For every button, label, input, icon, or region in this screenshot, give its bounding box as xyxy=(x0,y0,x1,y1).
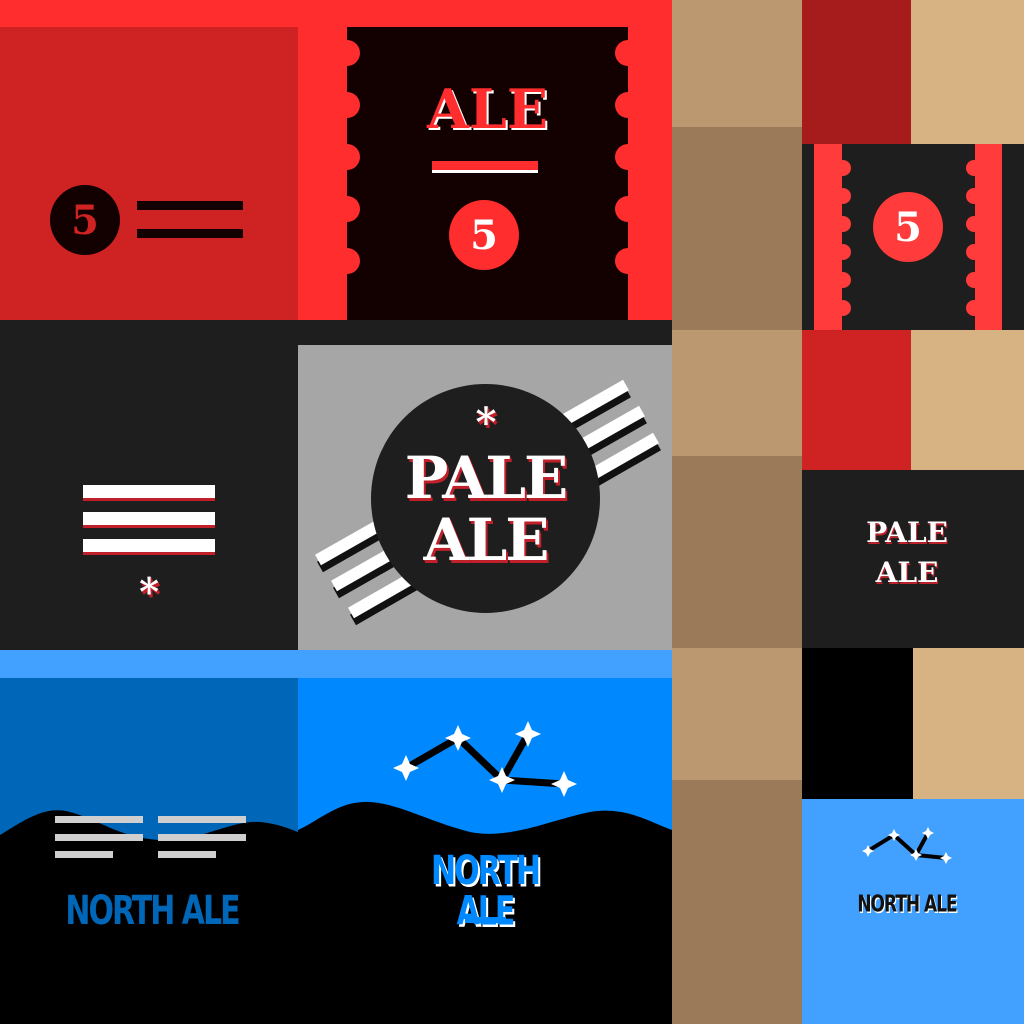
grey-dash xyxy=(158,816,246,823)
dash-line xyxy=(137,201,243,210)
ticket-notch xyxy=(966,216,982,232)
ticket-notch xyxy=(835,300,851,316)
gray-label-panel: * PALE ALE xyxy=(298,345,674,650)
ticket-label: ALE 5 xyxy=(334,27,641,320)
dash-line xyxy=(137,229,243,238)
pale-badge-line2: ALE xyxy=(423,506,550,574)
ticket-notch xyxy=(334,196,360,222)
swatch-black xyxy=(802,648,913,799)
small-pale-line1: PALE xyxy=(866,516,948,549)
pale-badge-star: * xyxy=(475,399,497,446)
small-ticket-body: 5 xyxy=(835,144,982,330)
north-center-underline xyxy=(465,917,506,923)
ticket-notch xyxy=(966,160,982,176)
swatch-sand xyxy=(911,0,1024,144)
grey-dash xyxy=(158,834,246,841)
grey-dash xyxy=(55,816,143,823)
ticket-underline-shadow xyxy=(432,170,538,173)
tan-block xyxy=(672,330,802,456)
small-ticket-section: 5 xyxy=(802,144,1024,330)
ticket-notch xyxy=(615,144,641,170)
tan-block xyxy=(672,780,802,1024)
swatch-brick xyxy=(802,0,911,144)
swatch-red xyxy=(802,330,911,470)
ticket-notch xyxy=(835,160,851,176)
ticket-notch xyxy=(615,196,641,222)
ticket-notch xyxy=(334,144,360,170)
north-left-title: NORTH ALE xyxy=(65,887,240,935)
ticket-notch xyxy=(966,272,982,288)
ticket-notch xyxy=(835,188,851,204)
stripe-bar xyxy=(83,539,215,552)
grey-dash xyxy=(158,851,216,858)
number-badge: 5 xyxy=(50,185,120,255)
small-ticket-number: 5 xyxy=(894,203,922,251)
grey-dash xyxy=(55,834,143,841)
ticket-notch xyxy=(334,40,360,66)
stripe-bar xyxy=(83,485,215,498)
small-pale-section: PALE ALE xyxy=(802,470,1024,648)
pale-badge-line1: PALE xyxy=(404,444,568,512)
small-ticket-badge: 5 xyxy=(873,192,943,262)
ticket-notch xyxy=(835,244,851,260)
ticket-notch xyxy=(615,248,641,274)
small-north-section: NORTH ALE xyxy=(802,799,1024,1024)
ticket-underline xyxy=(432,161,538,170)
red-label-panel xyxy=(0,27,298,320)
ticket-number-badge: 5 xyxy=(449,200,519,270)
small-constellation-icon xyxy=(862,827,952,864)
ticket-notch xyxy=(615,40,641,66)
tan-block xyxy=(672,456,802,648)
tan-block xyxy=(672,648,802,780)
ticket-number-text: 5 xyxy=(470,211,498,259)
small-north-title: NORTH ALE xyxy=(857,891,957,919)
small-pale-line2: ALE xyxy=(875,556,939,589)
ticket-notch xyxy=(966,244,982,260)
number-badge-text: 5 xyxy=(71,196,99,244)
grey-dash xyxy=(55,851,113,858)
tan-block xyxy=(672,0,802,127)
swatch-sand xyxy=(911,330,1024,470)
ticket-notch xyxy=(966,188,982,204)
ticket-title: ALE xyxy=(426,77,549,141)
stripe-bar xyxy=(83,512,215,525)
swatch-sand xyxy=(913,648,1024,799)
tan-block xyxy=(672,127,802,330)
ticket-notch xyxy=(966,300,982,316)
constellation-icon xyxy=(393,721,577,797)
ticket-notch xyxy=(835,216,851,232)
ticket-notch xyxy=(835,272,851,288)
ticket-notch xyxy=(334,248,360,274)
star-icon: * xyxy=(139,569,159,614)
